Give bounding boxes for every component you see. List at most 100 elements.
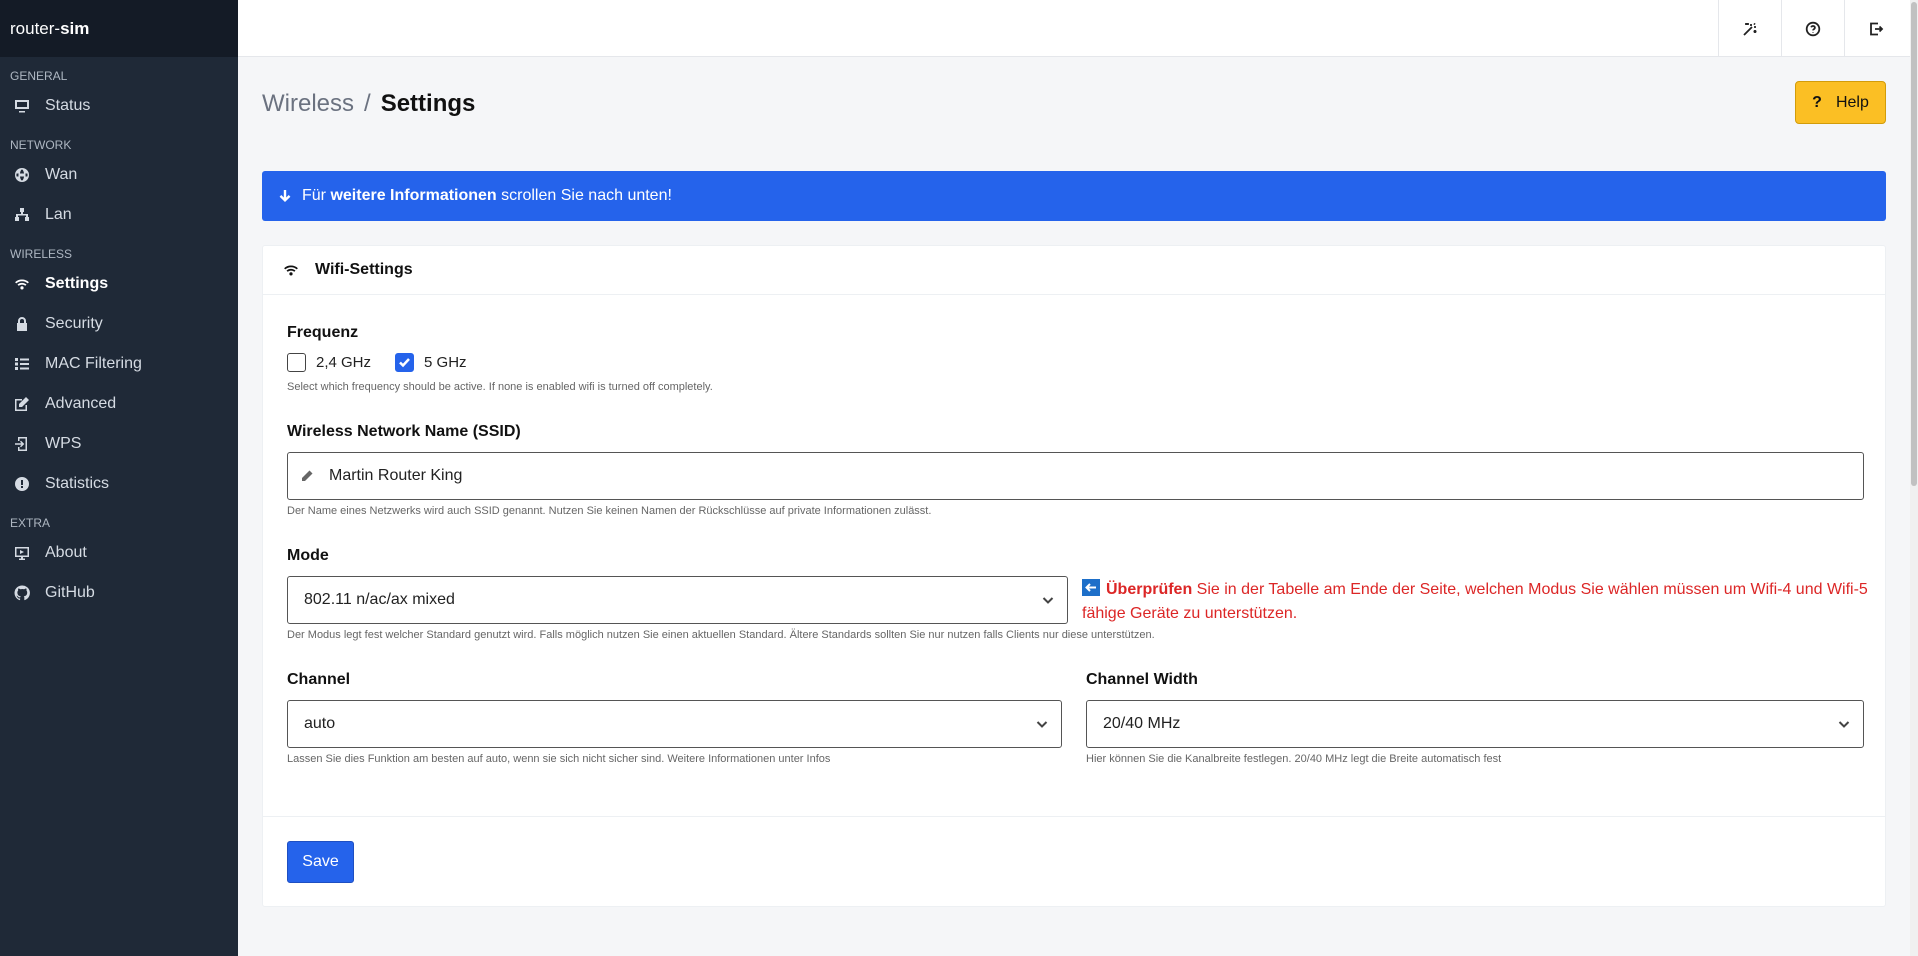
banner-bold: weitere Informationen: [330, 187, 497, 204]
checkbox-2-4ghz-label[interactable]: 2,4 GHz: [316, 354, 371, 371]
page-title: Settings: [380, 90, 476, 117]
breadcrumb-separator: /: [364, 90, 371, 117]
brand-prefix: router-: [10, 18, 61, 38]
github-icon: [13, 584, 31, 602]
chevron-down-icon: [1036, 721, 1048, 728]
sidebar-item-label: Advanced: [45, 395, 117, 412]
mode-warning-text: Sie in der Tabelle am Ende der Seite, we…: [1082, 581, 1873, 622]
chevron-down-icon: [1838, 721, 1850, 728]
magic-wand-icon: [1743, 22, 1757, 36]
ssid-label: Wireless Network Name (SSID): [287, 423, 521, 440]
card-header: Wifi-Settings: [263, 246, 1885, 295]
list-icon: [13, 355, 31, 373]
channel-label: Channel: [287, 671, 351, 688]
section-label-wireless: WIRELESS: [10, 247, 73, 261]
sidebar-item-advanced[interactable]: Advanced: [0, 384, 238, 424]
page-scrollbar[interactable]: [1910, 0, 1918, 956]
section-label-general: GENERAL: [10, 69, 68, 83]
channel-width-select[interactable]: 20/40 MHz: [1086, 700, 1864, 748]
sidebar-item-security[interactable]: Security: [0, 304, 238, 344]
page-header: Wireless / Settings ? Help: [262, 57, 1886, 171]
sidebar-item-label: About: [45, 544, 87, 561]
lock-icon: [13, 315, 31, 333]
frequency-options: 2,4 GHz 5 GHz: [287, 353, 491, 372]
frequency-label: Frequenz: [287, 324, 359, 341]
mode-warning-bold: Überprüfen: [1106, 581, 1193, 598]
mode-select[interactable]: 802.11 n/ac/ax mixed: [287, 576, 1068, 624]
checkmark-icon: [399, 358, 410, 368]
sidebar-item-wps[interactable]: WPS: [0, 424, 238, 464]
question-icon: ?: [1812, 93, 1822, 111]
info-banner: Für weitere Informationen scrollen Sie n…: [262, 171, 1886, 221]
sidebar-item-lan[interactable]: Lan: [0, 195, 238, 235]
display-icon: [13, 544, 31, 562]
edit-icon: [13, 395, 31, 413]
mode-warning: Überprüfen Sie in der Tabelle am Ende de…: [1082, 578, 1872, 626]
sidebar-item-label: Status: [45, 97, 91, 114]
login-icon: [13, 435, 31, 453]
wifi-icon: [284, 265, 298, 276]
sidebar-item-mac-filtering[interactable]: MAC Filtering: [0, 344, 238, 384]
brand-logo[interactable]: router-sim: [0, 0, 238, 57]
ssid-input[interactable]: Martin Router King: [287, 452, 1864, 500]
topbar: [238, 0, 1910, 57]
channel-select[interactable]: auto: [287, 700, 1062, 748]
mode-value: 802.11 n/ac/ax mixed: [304, 591, 455, 608]
frequency-help: Select which frequency should be active.…: [287, 381, 713, 393]
card-title: Wifi-Settings: [315, 261, 413, 278]
channel-width-value: 20/40 MHz: [1103, 715, 1181, 732]
help-button[interactable]: ? Help: [1795, 81, 1886, 124]
globe-icon: [13, 166, 31, 184]
logout-icon: [1870, 22, 1884, 35]
sidebar-item-statistics[interactable]: Statistics: [0, 464, 238, 504]
save-button[interactable]: Save: [287, 841, 354, 883]
alert-circle-icon: [13, 475, 31, 493]
help-button-label: Help: [1835, 93, 1869, 111]
card-footer-divider: [263, 816, 1885, 817]
arrow-down-icon: [279, 190, 291, 202]
brand-bold: sim: [60, 18, 90, 38]
mode-help: Der Modus legt fest welcher Standard gen…: [287, 629, 1155, 641]
ssid-help: Der Name eines Netzwerks wird auch SSID …: [287, 505, 932, 517]
banner-suffix: scrollen Sie nach unten!: [496, 187, 672, 204]
sidebar-item-status[interactable]: Status: [0, 86, 238, 126]
breadcrumb: Wireless / Settings: [262, 90, 475, 118]
sidebar-item-label: MAC Filtering: [45, 355, 142, 372]
sidebar-item-label: WPS: [45, 435, 82, 452]
sidebar: router-sim GENERAL Status NETWORK Wan La…: [0, 0, 238, 956]
section-label-network: NETWORK: [10, 138, 72, 152]
magic-wand-button[interactable]: [1718, 0, 1781, 57]
wifi-settings-card: Wifi-Settings Frequenz 2,4 GHz 5 GHz Sel…: [262, 245, 1886, 907]
sidebar-item-wan[interactable]: Wan: [0, 155, 238, 195]
sidebar-item-about[interactable]: About: [0, 533, 238, 573]
monitor-icon: [13, 97, 31, 115]
sidebar-item-settings[interactable]: Settings: [0, 264, 238, 304]
scrollbar-thumb[interactable]: [1911, 2, 1917, 486]
breadcrumb-parent[interactable]: Wireless: [262, 90, 354, 117]
sidebar-item-label: Lan: [45, 206, 72, 223]
mode-label: Mode: [287, 547, 329, 564]
help-circle-button[interactable]: [1781, 0, 1844, 57]
channel-help: Lassen Sie dies Funktion am besten auf a…: [287, 753, 831, 765]
sidebar-item-label: Settings: [45, 275, 109, 292]
checkbox-5ghz-label[interactable]: 5 GHz: [424, 354, 467, 371]
chevron-down-icon: [1042, 597, 1054, 604]
sidebar-item-github[interactable]: GitHub: [0, 573, 238, 613]
channel-width-label: Channel Width: [1086, 671, 1198, 688]
arrow-left-icon: [1082, 579, 1100, 596]
wifi-icon: [13, 275, 31, 293]
logout-button[interactable]: [1844, 0, 1907, 57]
checkbox-2-4ghz[interactable]: [287, 353, 306, 372]
checkbox-5ghz[interactable]: [395, 353, 415, 372]
channel-width-help: Hier können Sie die Kanalbreite festlege…: [1086, 753, 1502, 765]
banner-prefix: Für: [302, 187, 331, 204]
section-label-extra: EXTRA: [10, 516, 51, 530]
network-icon: [13, 206, 31, 224]
sidebar-item-label: Statistics: [45, 475, 110, 492]
sidebar-item-label: GitHub: [45, 584, 95, 601]
help-circle-icon: [1805, 21, 1821, 36]
channel-value: auto: [304, 715, 336, 732]
sidebar-item-label: Wan: [45, 166, 78, 183]
ssid-value: Martin Router King: [329, 467, 463, 484]
main-content: Wireless / Settings ? Help: [262, 57, 1886, 171]
